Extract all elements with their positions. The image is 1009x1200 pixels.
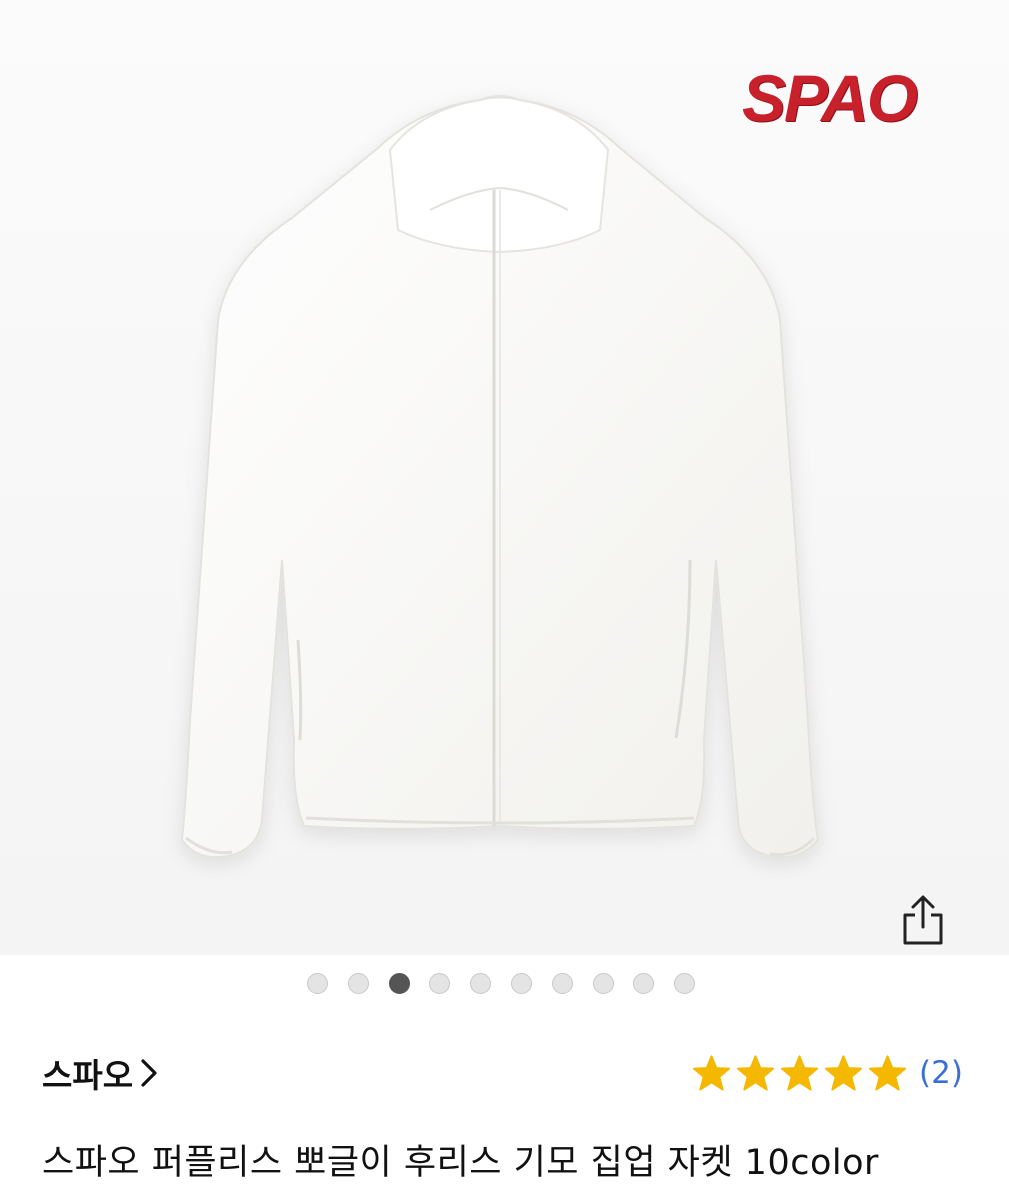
star-rating — [692, 1054, 907, 1092]
share-icon — [903, 895, 943, 945]
brand-link[interactable]: 스파오 — [42, 1048, 159, 1098]
gallery-dot[interactable] — [470, 973, 492, 994]
star-icon — [736, 1055, 775, 1091]
review-count: (2) — [919, 1055, 963, 1091]
gallery-pagination — [307, 973, 696, 995]
jacket-photo — [180, 95, 820, 859]
gallery-dot[interactable] — [674, 973, 696, 994]
gallery-dot[interactable] — [592, 973, 614, 994]
gallery-dot[interactable] — [551, 973, 573, 994]
gallery-dot[interactable] — [347, 973, 369, 994]
chevron-right-icon — [141, 1059, 157, 1087]
brand-name: 스파오 — [42, 1056, 134, 1095]
gallery-dot[interactable] — [307, 973, 328, 994]
star-icon — [692, 1055, 731, 1091]
star-icon — [868, 1055, 907, 1091]
star-icon — [824, 1055, 863, 1091]
gallery-dot[interactable] — [633, 973, 655, 994]
star-icon — [780, 1055, 819, 1091]
share-button[interactable] — [896, 892, 950, 948]
gallery-dot[interactable] — [429, 973, 451, 994]
product-detail-page: SPAO 스파오 (2) 스파오 퍼플리스 뽀글이 후리스 기모 집업 자켓 1… — [0, 0, 1009, 1200]
product-title: 스파오 퍼플리스 뽀글이 후리스 기모 집업 자켓 10color — [42, 1143, 879, 1183]
rating-summary[interactable]: (2) — [692, 1048, 963, 1098]
brand-logo: SPAO — [742, 61, 918, 135]
gallery-dot[interactable] — [388, 973, 410, 994]
product-image[interactable]: SPAO — [0, 0, 1009, 955]
gallery-dot[interactable] — [510, 973, 532, 994]
